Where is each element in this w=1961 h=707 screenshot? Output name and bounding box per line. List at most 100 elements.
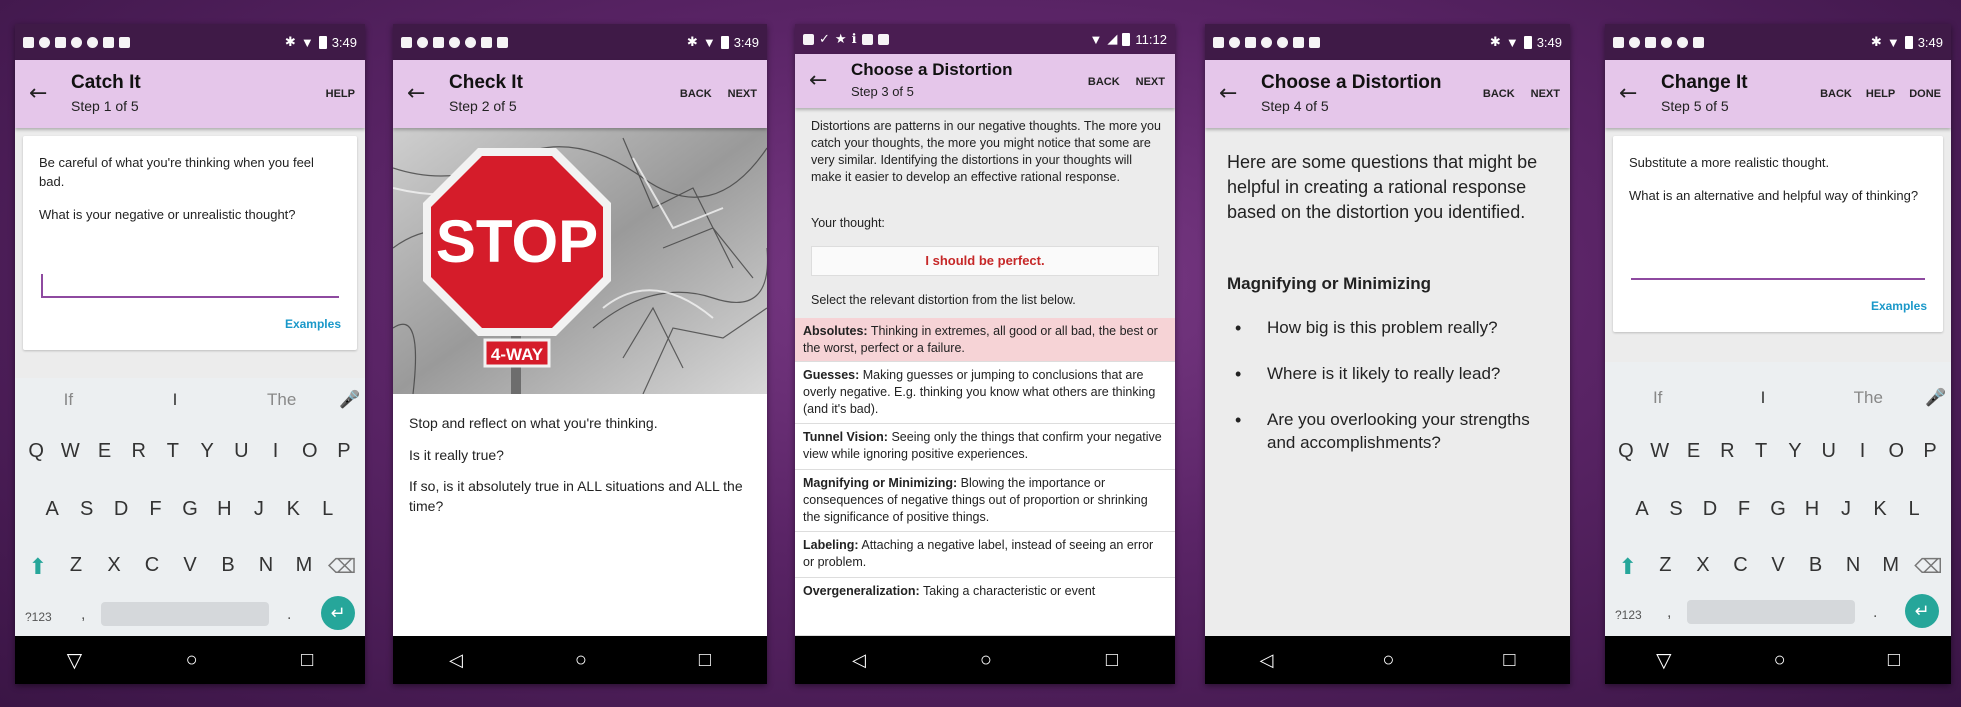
key[interactable]: C [133, 554, 171, 580]
backspace-icon[interactable]: ⌫ [1910, 554, 1948, 580]
suggestion[interactable]: I [1710, 388, 1815, 408]
key[interactable]: W [1643, 440, 1677, 463]
spacebar[interactable] [101, 602, 269, 626]
key[interactable]: U [224, 440, 258, 463]
symbols-key[interactable]: ?123 [25, 610, 52, 624]
key[interactable]: G [173, 498, 207, 521]
key[interactable]: N [1834, 554, 1872, 580]
key[interactable]: Z [57, 554, 95, 580]
comma-key[interactable]: , [1667, 604, 1671, 622]
suggestion[interactable]: The [1816, 388, 1921, 408]
nav-back-icon[interactable]: ▽ [67, 648, 82, 673]
key[interactable]: E [1677, 440, 1711, 463]
back-arrow-icon[interactable]: ← [407, 83, 425, 105]
nav-recents-icon[interactable]: □ [699, 649, 711, 672]
nav-home-icon[interactable]: ○ [980, 649, 992, 672]
backspace-icon[interactable]: ⌫ [323, 554, 361, 580]
suggestion[interactable]: If [15, 390, 122, 410]
key[interactable]: S [69, 498, 103, 521]
nav-recents-icon[interactable]: □ [1503, 649, 1515, 672]
key[interactable]: B [1797, 554, 1835, 580]
key[interactable]: Z [1647, 554, 1685, 580]
thought-input[interactable] [41, 296, 339, 298]
key[interactable]: Y [1778, 440, 1812, 463]
back-arrow-icon[interactable]: ← [1619, 83, 1637, 105]
nav-home-icon[interactable]: ○ [186, 649, 198, 672]
suggestion[interactable]: If [1605, 388, 1710, 408]
enter-key[interactable]: ↵ [1905, 594, 1939, 628]
microphone-icon[interactable]: 🎤 [335, 390, 365, 410]
shift-icon[interactable]: ⬆ [1609, 554, 1647, 580]
key[interactable]: I [1846, 440, 1880, 463]
key[interactable]: W [53, 440, 87, 463]
key[interactable]: O [293, 440, 327, 463]
nav-back-icon[interactable]: ◁ [449, 650, 463, 671]
key[interactable]: Q [19, 440, 53, 463]
period-key[interactable]: . [287, 606, 291, 624]
comma-key[interactable]: , [81, 606, 85, 624]
examples-link[interactable]: Examples [285, 316, 341, 333]
examples-link[interactable]: Examples [1871, 298, 1927, 315]
done-button[interactable]: DONE [1909, 88, 1941, 100]
nav-home-icon[interactable]: ○ [1382, 649, 1394, 672]
key[interactable]: P [327, 440, 361, 463]
key[interactable]: G [1761, 498, 1795, 521]
back-arrow-icon[interactable]: ← [29, 83, 47, 105]
back-button[interactable]: BACK [680, 88, 712, 100]
key[interactable]: K [276, 498, 310, 521]
key[interactable]: D [1693, 498, 1727, 521]
help-button[interactable]: HELP [326, 88, 355, 100]
key[interactable]: L [1897, 498, 1931, 521]
symbols-key[interactable]: ?123 [1615, 608, 1642, 622]
nav-back-icon[interactable]: ◁ [852, 650, 866, 671]
suggestion[interactable]: I [122, 390, 229, 410]
suggestion[interactable]: The [228, 390, 335, 410]
spacebar[interactable] [1687, 600, 1855, 624]
nav-home-icon[interactable]: ○ [575, 649, 587, 672]
distortion-item[interactable]: Guesses: Making guesses or jumping to co… [795, 362, 1175, 424]
key[interactable]: T [156, 440, 190, 463]
nav-back-icon[interactable]: ◁ [1259, 650, 1273, 671]
back-button[interactable]: BACK [1820, 88, 1852, 100]
back-arrow-icon[interactable]: ← [1219, 83, 1237, 105]
key[interactable]: E [87, 440, 121, 463]
key[interactable]: H [207, 498, 241, 521]
nav-home-icon[interactable]: ○ [1774, 649, 1786, 672]
key[interactable]: X [1684, 554, 1722, 580]
key[interactable]: C [1722, 554, 1760, 580]
back-button[interactable]: BACK [1088, 76, 1120, 88]
key[interactable]: M [1872, 554, 1910, 580]
key[interactable]: V [1759, 554, 1797, 580]
key[interactable]: Y [190, 440, 224, 463]
key[interactable]: R [1710, 440, 1744, 463]
back-arrow-icon[interactable]: ← [809, 70, 827, 92]
key[interactable]: S [1659, 498, 1693, 521]
key[interactable]: I [258, 440, 292, 463]
next-button[interactable]: NEXT [728, 88, 757, 100]
distortion-item[interactable]: Labeling: Attaching a negative label, in… [795, 532, 1175, 578]
distortion-item[interactable]: Overgeneralization: Taking a characteris… [795, 578, 1175, 636]
key[interactable]: J [242, 498, 276, 521]
key[interactable]: F [1727, 498, 1761, 521]
key[interactable]: L [311, 498, 345, 521]
key[interactable]: R [122, 440, 156, 463]
back-button[interactable]: BACK [1483, 88, 1515, 100]
key[interactable]: F [138, 498, 172, 521]
key[interactable]: O [1879, 440, 1913, 463]
key[interactable]: U [1812, 440, 1846, 463]
enter-key[interactable]: ↵ [321, 596, 355, 630]
nav-back-icon[interactable]: ▽ [1656, 648, 1671, 673]
key[interactable]: H [1795, 498, 1829, 521]
help-button[interactable]: HELP [1866, 88, 1895, 100]
nav-recents-icon[interactable]: □ [301, 649, 313, 672]
key[interactable]: T [1744, 440, 1778, 463]
distortion-item[interactable]: Tunnel Vision: Seeing only the things th… [795, 424, 1175, 470]
key[interactable]: Q [1609, 440, 1643, 463]
key[interactable]: K [1863, 498, 1897, 521]
alternative-thought-input[interactable] [1631, 278, 1925, 280]
key[interactable]: P [1913, 440, 1947, 463]
nav-recents-icon[interactable]: □ [1106, 649, 1118, 672]
key[interactable]: A [1625, 498, 1659, 521]
next-button[interactable]: NEXT [1136, 76, 1165, 88]
key[interactable]: V [171, 554, 209, 580]
